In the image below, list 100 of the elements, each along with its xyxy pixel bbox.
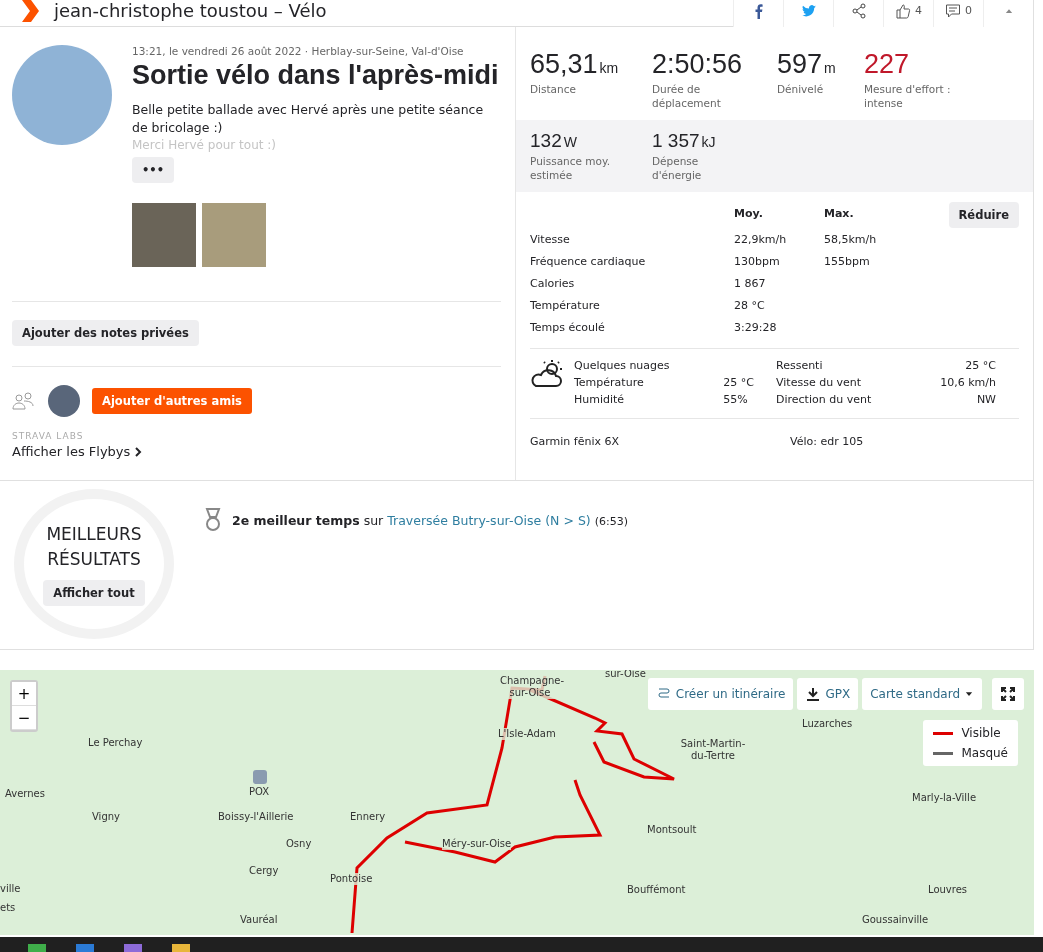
chevron-logo-icon <box>20 0 40 22</box>
bird-icon <box>800 2 817 19</box>
place-label: L'Isle-Adam <box>498 728 556 740</box>
stat-label: Durée de déplacement <box>652 82 722 110</box>
place-label: Boissy-l'Aillerie <box>218 811 294 823</box>
weather-condition: Quelques nuages <box>574 359 671 372</box>
stat-label: Puissance moy. estimée <box>530 154 612 182</box>
detail-max: 155bpm <box>824 254 871 268</box>
stat-value: 132 W <box>530 130 578 152</box>
place-label: Ennery <box>350 811 386 823</box>
detail-label: Vitesse <box>530 232 571 246</box>
detail-label: Calories <box>530 276 576 290</box>
segment-link[interactable]: Traversée Butry-sur-Oise (N > S) <box>387 512 591 528</box>
detail-avg: 28 °C <box>734 298 766 312</box>
weather-value: 55% <box>723 393 749 406</box>
weather-label: Humidité <box>574 393 626 406</box>
stat-label: Dépense d'énergie <box>652 154 703 182</box>
best-results-title: MEILLEURS RÉSULTATS <box>46 523 142 571</box>
activity-meta: 13:21, le vendredi 26 août 2022 · Herblay-sur-Seine, Val-d'Oise <box>132 45 465 57</box>
stat-label: Distance <box>530 82 577 96</box>
share-button[interactable] <box>833 0 883 30</box>
show-all-button[interactable]: Afficher tout <box>43 580 145 606</box>
column-header: Max. <box>824 206 855 220</box>
weather-label: Direction du vent <box>776 393 873 406</box>
place-label: Vigny <box>92 811 120 823</box>
place-label: Marly-la-Ville <box>912 792 977 804</box>
cloud-sun-icon <box>530 359 564 389</box>
place-label: ets <box>0 902 16 914</box>
share-icon <box>850 2 867 19</box>
weather-value: 25 °C <box>964 359 996 372</box>
place-label: Osny <box>286 838 312 850</box>
detail-label: Temps écoulé <box>530 320 606 334</box>
labs-caption: STRAVA LABS <box>12 431 85 441</box>
legend-label: Visible <box>961 726 1001 740</box>
detail-avg: 3:29:28 <box>734 320 778 334</box>
place-label: ville <box>0 883 21 895</box>
stat-value: 2:50:56 <box>652 49 744 80</box>
people-icon <box>12 391 36 411</box>
stat-value: 65,31 km <box>530 49 620 80</box>
place-label: Méry-sur-Oise <box>442 838 512 850</box>
place-label: sur-Oise <box>605 670 646 680</box>
detail-avg: 1 867 <box>734 276 767 290</box>
place-label: Pontoise <box>330 873 373 885</box>
map-type-dropdown[interactable]: Carte standard <box>862 678 982 710</box>
column-header: Moy. <box>734 206 764 220</box>
comments-button[interactable]: 0 <box>933 0 983 30</box>
detail-max: 58,5km/h <box>824 232 878 246</box>
facebook-button[interactable] <box>733 0 783 30</box>
place-label: Goussainville <box>862 914 929 926</box>
weather-value: 25 °C <box>723 376 754 389</box>
device-name: Garmin fēnix 6X <box>530 435 621 448</box>
stat-value: 1 357 kJ <box>652 130 717 152</box>
collapse-button[interactable]: Réduire <box>948 202 1019 228</box>
detail-label: Température <box>530 298 601 312</box>
detail-avg: 22,9km/h <box>734 232 788 246</box>
activity-description: Belle petite ballade avec Hervé après une petite séance de bricolage :) <box>132 101 485 137</box>
private-notes-button[interactable]: Ajouter des notes privées <box>12 320 199 346</box>
weather-label: Température <box>574 376 645 389</box>
place-label: Avernes <box>5 788 45 800</box>
stat-label: Dénivelé <box>777 82 825 96</box>
airport-label: POX <box>249 786 270 798</box>
chevron-right-icon <box>134 446 143 457</box>
zoom-in-button[interactable]: + <box>12 682 36 706</box>
detail-label: Fréquence cardiaque <box>530 254 647 268</box>
gpx-button[interactable]: GPX <box>797 678 859 710</box>
map-background[interactable] <box>0 670 1034 935</box>
twitter-button[interactable] <box>783 0 833 30</box>
collapse-button[interactable] <box>983 0 1033 30</box>
fullscreen-button[interactable] <box>992 678 1024 710</box>
place-label: Luzarches <box>802 718 853 730</box>
comment-icon <box>945 2 961 19</box>
place-label: Bouffémont <box>627 884 686 896</box>
activity-title: Sortie vélo dans l'après-midi <box>132 60 500 91</box>
more-button[interactable]: ••• <box>132 157 175 183</box>
medal-icon <box>204 508 222 532</box>
kudos-count: 4 <box>915 4 922 17</box>
weather-value: NW <box>975 393 996 406</box>
place-label: Montsoult <box>647 824 697 836</box>
create-route-button[interactable]: Créer un itinéraire <box>647 678 794 710</box>
flybys-link[interactable]: Afficher les Flybys <box>12 444 143 459</box>
stat-value: 227 <box>864 49 911 80</box>
place-label: Cergy <box>249 865 279 877</box>
expand-icon <box>1000 686 1016 702</box>
kudos-button[interactable]: 4 <box>883 0 933 30</box>
stat-label: Mesure d'effort : intense <box>864 82 952 110</box>
weather-label: Ressenti <box>776 359 824 372</box>
comments-count: 0 <box>965 4 972 17</box>
detail-avg: 130bpm <box>734 254 781 268</box>
friend-avatar[interactable] <box>48 385 80 417</box>
place-label: Le Perchay <box>88 737 143 749</box>
download-icon <box>805 686 822 702</box>
place-label: Saint-Martin-du-Tertre <box>678 738 748 762</box>
weather-value: 10,6 km/h <box>940 376 996 389</box>
place-label: Vauréal <box>240 914 278 926</box>
page-title: jean-christophe toustou – Vélo <box>54 0 328 21</box>
legend-label: Masqué <box>961 746 1008 760</box>
activity-description-faded: Merci Hervé pour tout :) <box>132 137 277 153</box>
thumbs-up-icon <box>895 2 911 19</box>
place-label: Louvres <box>928 884 968 896</box>
airport-icon <box>253 770 267 784</box>
